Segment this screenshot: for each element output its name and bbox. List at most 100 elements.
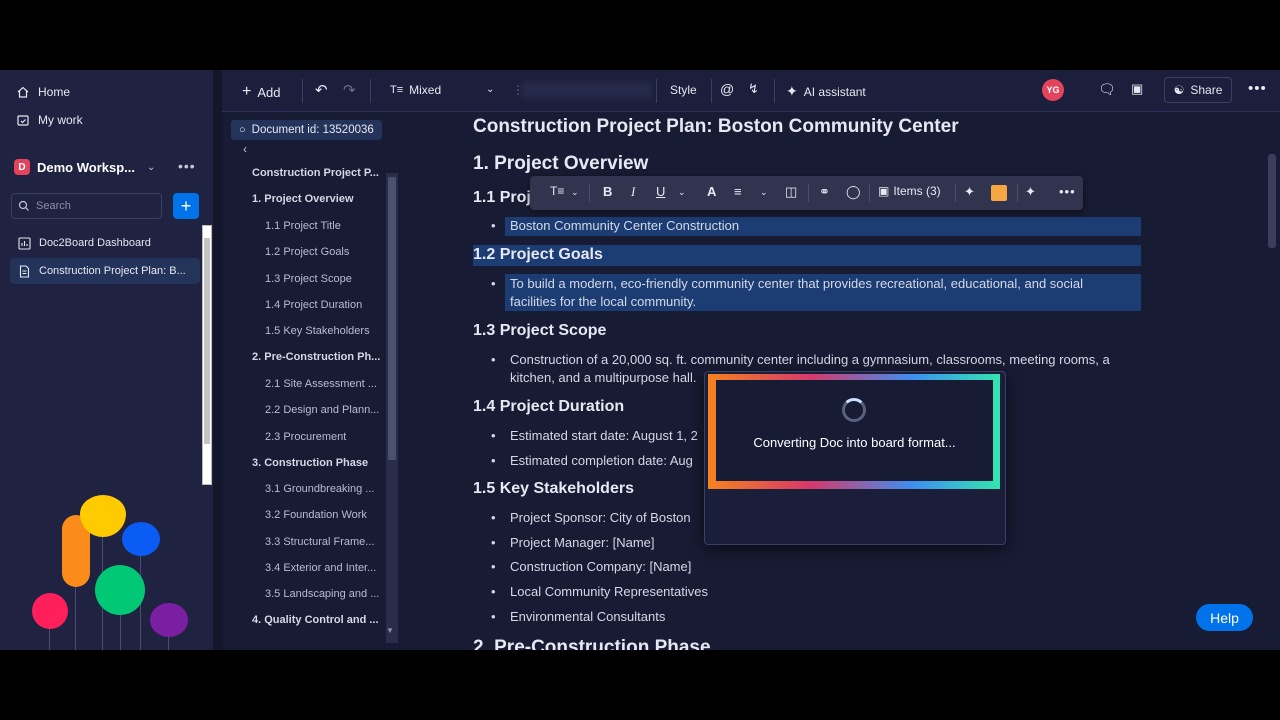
document-scrollbar[interactable] xyxy=(1268,154,1276,248)
toc-item[interactable]: 1.3 Project Scope xyxy=(265,273,395,285)
search-placeholder: Search xyxy=(36,200,71,212)
style-label: Style xyxy=(670,83,697,97)
puzzle-icon: ○ xyxy=(239,124,246,136)
presentation-icon[interactable]: ▣ xyxy=(1131,81,1143,97)
list-item-text: Construction of a 20,000 sq. ft. communi… xyxy=(510,352,1110,367)
automation-icon[interactable]: ↯ xyxy=(748,81,759,97)
list-item[interactable]: Boston Community Center Construction xyxy=(491,217,739,235)
ai-assistant-button[interactable]: ✦ AI assistant xyxy=(786,83,866,100)
undo-icon[interactable]: ↶ xyxy=(315,81,328,99)
items-button[interactable]: ▣ Items (3) xyxy=(878,184,941,198)
share-button[interactable]: ☯ Share xyxy=(1164,77,1232,103)
toc-item[interactable]: 3.2 Foundation Work xyxy=(265,509,395,521)
help-button[interactable]: Help xyxy=(1196,604,1253,631)
toc-item[interactable]: 2.3 Procurement xyxy=(265,431,395,443)
list-item[interactable]: Project Sponsor: City of Boston xyxy=(491,509,691,527)
toc-item[interactable]: 3.1 Groundbreaking ... xyxy=(265,483,395,495)
toc-item[interactable]: 3.4 Exterior and Inter... xyxy=(265,562,395,574)
list-item[interactable]: Local Community Representatives xyxy=(491,583,708,601)
document-id-badge[interactable]: ○ Document id: 13520036 xyxy=(231,120,382,140)
chevron-down-icon[interactable]: ⌄ xyxy=(571,187,579,198)
blurred-region xyxy=(522,82,652,98)
comment-icon[interactable]: ◯ xyxy=(846,184,861,200)
highlight-app-icon[interactable] xyxy=(991,185,1007,201)
plus-icon: + xyxy=(242,83,252,100)
chevron-down-icon[interactable]: ⌄ xyxy=(147,162,155,173)
toc-item[interactable]: 3.3 Structural Frame... xyxy=(265,536,395,548)
nav-home-label: Home xyxy=(38,85,71,99)
block-type-dropdown[interactable]: T≡ Mixed xyxy=(390,83,441,97)
ai-assistant-label: AI assistant xyxy=(803,84,866,99)
chevron-down-icon[interactable]: ⌄ xyxy=(760,187,768,198)
workspace-selector[interactable]: D Demo Worksp... xyxy=(14,159,135,175)
chevron-down-icon[interactable]: ⌄ xyxy=(486,84,494,95)
list-item-text: Project Sponsor: City of Boston xyxy=(510,510,691,525)
list-item[interactable]: Project Manager: [Name] xyxy=(491,534,655,552)
bold-icon[interactable]: B xyxy=(603,184,612,199)
list-item-text: Estimated completion date: Aug xyxy=(510,453,693,468)
search-input[interactable]: Search xyxy=(11,193,162,219)
list-item-text: Project Manager: [Name] xyxy=(510,535,655,550)
heading-project-duration[interactable]: 1.4 Project Duration xyxy=(473,398,624,416)
columns-icon[interactable]: ◫ xyxy=(785,184,797,200)
toc-item[interactable]: 2. Pre-Construction Ph... xyxy=(252,351,382,363)
more-options-icon[interactable]: ••• xyxy=(1248,80,1267,97)
nav-my-work-label: My work xyxy=(38,113,83,127)
align-icon[interactable]: ≡ xyxy=(734,184,742,199)
list-item[interactable]: Estimated start date: August 1, 2 xyxy=(491,427,698,445)
toc-item[interactable]: 1.2 Project Goals xyxy=(265,246,395,258)
home-icon xyxy=(17,86,29,98)
scrollbar-thumb[interactable] xyxy=(204,238,210,444)
toc-item[interactable]: 1.5 Key Stakeholders xyxy=(265,325,395,337)
sidebar-item-construction-doc[interactable]: Construction Project Plan: B... xyxy=(10,258,200,284)
dashboard-icon xyxy=(18,236,31,250)
chat-icon[interactable]: 🗨 xyxy=(1098,81,1116,98)
toc-item[interactable]: 2.1 Site Assessment ... xyxy=(265,378,395,390)
more-options-icon[interactable]: ••• xyxy=(1059,184,1076,199)
workspace-badge: D xyxy=(14,159,30,175)
italic-icon[interactable]: I xyxy=(631,184,635,200)
list-item[interactable]: Environmental Consultants xyxy=(491,608,665,626)
link-icon[interactable]: ⚭ xyxy=(819,184,830,200)
heading-pre-construction[interactable]: 2. Pre-Construction Phase xyxy=(473,637,711,650)
mention-icon[interactable]: @ xyxy=(720,81,734,97)
toc-item[interactable]: 2.2 Design and Plann... xyxy=(265,404,395,416)
collapse-toc-icon[interactable]: ‹ xyxy=(243,142,247,156)
sidebar-scrollbar[interactable] xyxy=(202,225,212,485)
add-button[interactable]: + Add xyxy=(242,83,280,101)
underline-icon[interactable]: U xyxy=(656,184,665,199)
toc-item[interactable]: Construction Project P... xyxy=(252,167,382,179)
heading-project-overview[interactable]: 1. Project Overview xyxy=(473,153,648,175)
text-type-icon[interactable]: T≡ xyxy=(550,184,564,198)
nav-home[interactable]: Home xyxy=(16,85,70,99)
sidebar-item-label: Doc2Board Dashboard xyxy=(39,237,151,249)
toc-item[interactable]: 4. Quality Control and ... xyxy=(252,614,382,626)
sidebar-item-dashboard[interactable]: Doc2Board Dashboard xyxy=(10,230,200,256)
redo-icon[interactable]: ↷ xyxy=(343,81,356,99)
heading-key-stakeholders[interactable]: 1.5 Key Stakeholders xyxy=(473,480,634,498)
heading-project-scope[interactable]: 1.3 Project Scope xyxy=(473,322,606,340)
scrollbar-thumb[interactable] xyxy=(388,177,396,460)
puzzle-icon[interactable]: ✦ xyxy=(964,184,975,200)
sparkle-icon[interactable]: ✦ xyxy=(1025,184,1036,200)
toc-item[interactable]: 3. Construction Phase xyxy=(252,457,382,469)
add-item-button[interactable]: + xyxy=(173,193,199,219)
nav-my-work[interactable]: My work xyxy=(16,113,83,127)
list-item[interactable]: Construction Company: [Name] xyxy=(491,558,691,576)
toc-item[interactable]: 3.5 Landscaping and ... xyxy=(265,588,395,600)
toc-item[interactable]: 1.4 Project Duration xyxy=(265,299,395,311)
doc-title[interactable]: Construction Project Plan: Boston Commun… xyxy=(473,116,959,138)
sidebar-item-label: Construction Project Plan: B... xyxy=(39,265,186,277)
style-button[interactable]: Style xyxy=(670,83,697,97)
toc-item[interactable]: 1.1 Project Title xyxy=(265,220,395,232)
toc-scrollbar[interactable] xyxy=(386,173,398,643)
toc-item[interactable]: 1. Project Overview xyxy=(252,193,382,205)
heading-project-goals[interactable]: 1.2 Project Goals xyxy=(473,246,603,264)
list-item[interactable]: To build a modern, eco-friendly communit… xyxy=(491,275,1151,311)
scroll-down-icon[interactable]: ▼ xyxy=(386,626,394,635)
more-options-icon[interactable]: ••• xyxy=(178,158,196,174)
avatar[interactable]: YG xyxy=(1042,79,1064,101)
list-item[interactable]: Estimated completion date: Aug xyxy=(491,452,693,470)
text-color-icon[interactable]: A xyxy=(707,184,716,199)
chevron-down-icon[interactable]: ⌄ xyxy=(678,187,686,198)
